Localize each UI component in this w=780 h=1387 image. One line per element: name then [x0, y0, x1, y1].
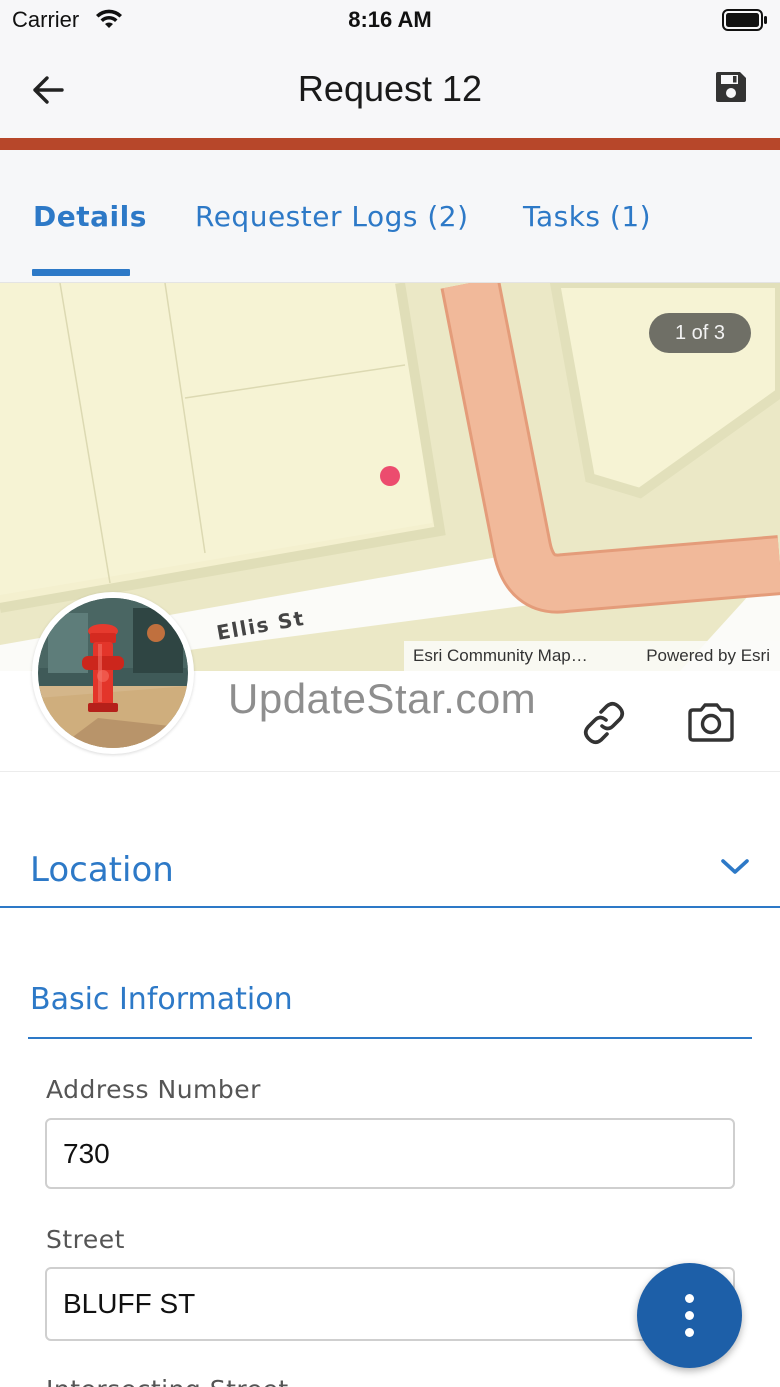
tab-requester-logs[interactable]: Requester Logs (2): [195, 200, 469, 233]
street-label: Street: [46, 1225, 125, 1254]
navigation-bar: Request 12: [0, 40, 780, 138]
add-photo-button[interactable]: [686, 701, 736, 747]
save-button[interactable]: [714, 70, 750, 106]
status-bar: Carrier 8:16 AM: [0, 0, 780, 40]
link-icon: [583, 701, 625, 745]
basic-information-header: Basic Information: [28, 965, 752, 1039]
address-number-label: Address Number: [46, 1075, 261, 1104]
watermark-text: UpdateStar.com: [228, 675, 537, 722]
location-section-header[interactable]: Location: [0, 822, 780, 908]
page-title: Request 12: [297, 68, 483, 109]
basic-information-title: Basic Information: [30, 982, 293, 1017]
attach-link-button[interactable]: [580, 699, 628, 747]
clock: 8:16 AM: [348, 7, 432, 32]
address-number-field[interactable]: 730: [45, 1118, 735, 1189]
battery-icon: [722, 9, 767, 31]
street-value: BLUFF ST: [63, 1288, 196, 1319]
tab-details[interactable]: Details: [33, 200, 147, 233]
location-section-title: Location: [30, 850, 174, 890]
tab-bar: Details Requester Logs (2) Tasks (1): [0, 150, 780, 283]
floppy-disk-icon: [716, 72, 746, 102]
avatar[interactable]: [32, 592, 194, 754]
more-actions-button[interactable]: [637, 1263, 742, 1368]
street-field[interactable]: BLUFF ST: [45, 1267, 735, 1341]
address-number-value: 730: [63, 1137, 110, 1169]
attribution-powered-by: Powered by Esri: [646, 646, 770, 665]
chevron-down-icon: [721, 859, 749, 874]
fire-hydrant-photo: [38, 598, 188, 748]
camera-icon: [688, 703, 734, 742]
page-indicator-badge: 1 of 3: [649, 313, 751, 353]
intersecting-street-label: Intersecting Street: [46, 1375, 289, 1387]
location-marker[interactable]: [380, 466, 400, 486]
more-vertical-icon: [685, 1294, 694, 1303]
tab-indicator: [32, 269, 130, 276]
map-attribution: Esri Community Map… Powered by Esri: [404, 641, 780, 671]
attribution-source[interactable]: Esri Community Map…: [413, 646, 588, 666]
tab-tasks[interactable]: Tasks (1): [523, 200, 651, 233]
accent-bar: [0, 138, 780, 150]
